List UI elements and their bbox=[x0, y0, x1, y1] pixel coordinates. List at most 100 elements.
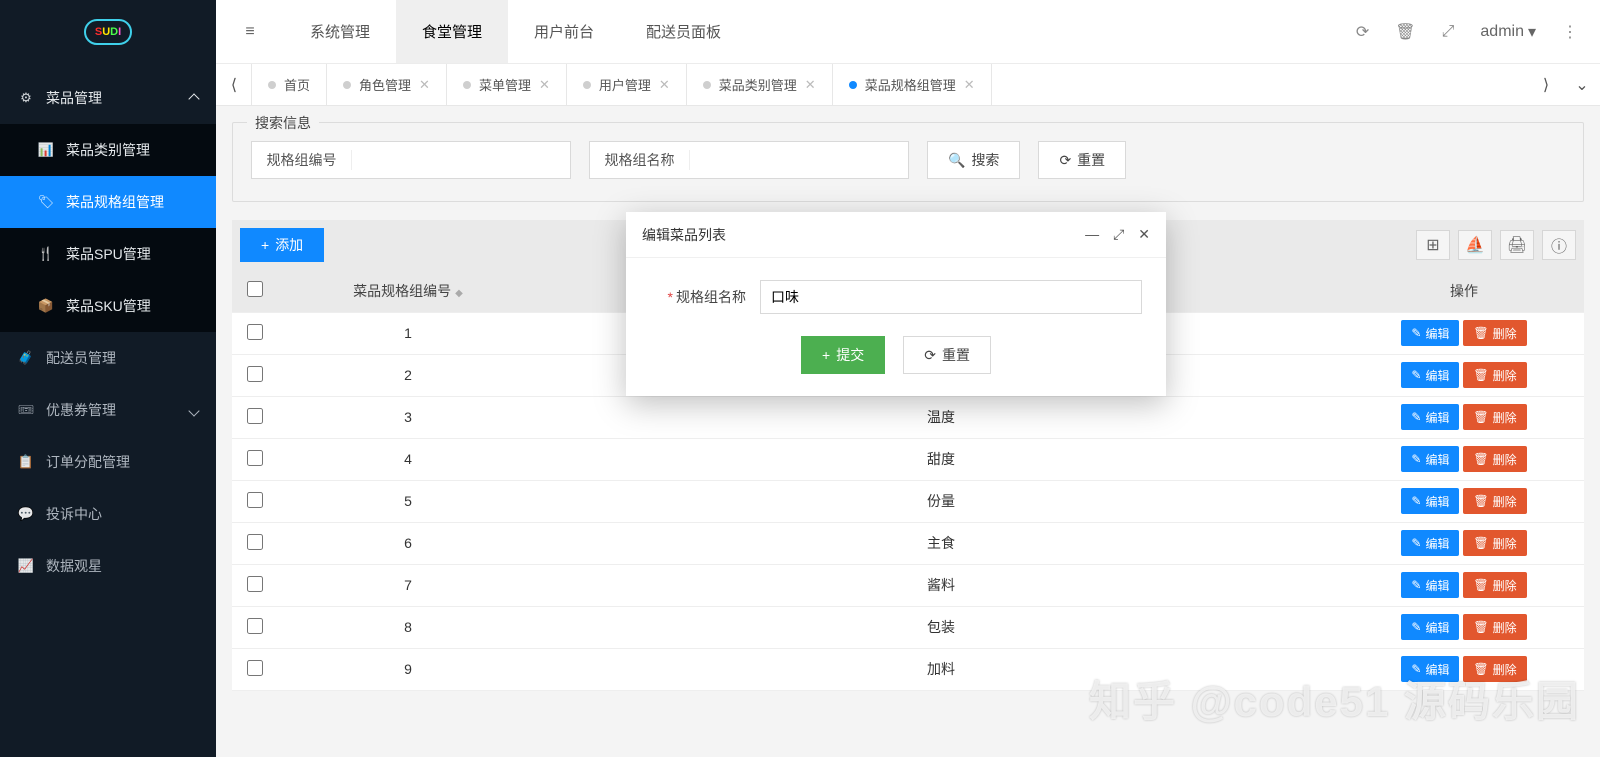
sidebar-item[interactable]: 🏷菜品规格组管理 bbox=[0, 176, 216, 228]
tab-label: 角色管理 bbox=[359, 75, 411, 94]
tabs-dropdown[interactable]: ⌄ bbox=[1564, 75, 1600, 95]
topnav-item[interactable]: 配送员面板 bbox=[620, 0, 747, 63]
tab-label: 菜单管理 bbox=[479, 75, 531, 94]
toolbar-icon[interactable]: ⓘ bbox=[1542, 230, 1576, 260]
pencil-icon: ✎ bbox=[1411, 410, 1421, 424]
edit-button[interactable]: ✎ 编辑 bbox=[1401, 572, 1459, 598]
edit-button[interactable]: ✎ 编辑 bbox=[1401, 320, 1459, 346]
row-checkbox[interactable] bbox=[247, 366, 263, 382]
modal-submit-button[interactable]: + 提交 bbox=[801, 336, 885, 374]
edit-button[interactable]: ✎ 编辑 bbox=[1401, 656, 1459, 682]
sidebar-item[interactable]: 📋订单分配管理 bbox=[0, 436, 216, 488]
tab[interactable]: 用户管理✕ bbox=[566, 64, 687, 105]
menu-icon: 🏷 bbox=[38, 194, 54, 210]
modal-header[interactable]: 编辑菜品列表 — ⤢ ✕ bbox=[626, 212, 1166, 258]
tab-close-icon[interactable]: ✕ bbox=[419, 77, 430, 93]
col-id-header[interactable]: 菜品规格组编号◆ bbox=[278, 270, 538, 312]
modal-min-icon[interactable]: — bbox=[1085, 226, 1099, 243]
tab-label: 首页 bbox=[284, 75, 310, 94]
modal-field-input[interactable] bbox=[760, 280, 1142, 314]
tab[interactable]: 菜品规格组管理 ✕ bbox=[832, 64, 992, 105]
user-menu[interactable]: admin ▾ bbox=[1480, 22, 1536, 42]
delete-button[interactable]: 🗑 删除 bbox=[1463, 446, 1526, 472]
menu-group-dish[interactable]: ⚙ 菜品管理 bbox=[0, 72, 216, 124]
sidebar-item-label: 数据观星 bbox=[46, 556, 102, 576]
trash-icon[interactable]: 🗑 bbox=[1395, 22, 1415, 42]
edit-button[interactable]: ✎ 编辑 bbox=[1401, 446, 1459, 472]
row-checkbox[interactable] bbox=[247, 492, 263, 508]
delete-button[interactable]: 🗑 删除 bbox=[1463, 362, 1526, 388]
delete-button[interactable]: 🗑 删除 bbox=[1463, 614, 1526, 640]
search-button[interactable]: 🔍 搜索 bbox=[927, 141, 1020, 179]
delete-button[interactable]: 🗑 删除 bbox=[1463, 488, 1526, 514]
tab-close-icon[interactable]: ✕ bbox=[805, 77, 816, 93]
row-checkbox[interactable] bbox=[247, 324, 263, 340]
modal-max-icon[interactable]: ⤢ bbox=[1113, 226, 1124, 243]
topnav-item[interactable]: 食堂管理 bbox=[396, 0, 508, 63]
sidebar-item[interactable]: 🎟优惠券管理 bbox=[0, 384, 216, 436]
modal-close-icon[interactable]: ✕ bbox=[1138, 226, 1150, 243]
tab[interactable]: 角色管理 ✕ bbox=[326, 64, 447, 105]
edit-button[interactable]: ✎ 编辑 bbox=[1401, 530, 1459, 556]
sidebar-item-label: 优惠券管理 bbox=[46, 400, 116, 420]
cell-ops: ✎ 编辑 🗑 删除 bbox=[1344, 648, 1584, 690]
tabs-scroll-left[interactable]: ⟨ bbox=[216, 75, 252, 95]
row-checkbox[interactable] bbox=[247, 450, 263, 466]
refresh-icon[interactable]: ⟳ bbox=[1356, 22, 1369, 42]
modal-reset-button[interactable]: ⟳ 重置 bbox=[903, 336, 991, 374]
row-checkbox[interactable] bbox=[247, 576, 263, 592]
plus-icon: + bbox=[822, 347, 830, 363]
toolbar-icon[interactable]: ⊞ bbox=[1416, 230, 1450, 260]
edit-button[interactable]: ✎ 编辑 bbox=[1401, 362, 1459, 388]
search-code-field[interactable]: 规格组编号 bbox=[251, 141, 571, 179]
sidebar-item[interactable]: 🍴菜品SPU管理 bbox=[0, 228, 216, 280]
tab[interactable]: 菜单管理 ✕ bbox=[446, 64, 567, 105]
tab[interactable]: 菜品类别管理 ✕ bbox=[686, 64, 833, 105]
topnav-item[interactable]: 用户前台 bbox=[508, 0, 620, 63]
tab-label: 菜品类别管理 bbox=[719, 75, 797, 94]
trash-icon: 🗑 bbox=[1473, 494, 1488, 508]
sidebar-item[interactable]: 💬投诉中心 bbox=[0, 488, 216, 540]
collapse-sidebar-button[interactable]: ≡ bbox=[216, 23, 284, 41]
pencil-icon: ✎ bbox=[1411, 620, 1421, 634]
delete-button[interactable]: 🗑 删除 bbox=[1463, 320, 1526, 346]
tab-close-icon[interactable]: ✕ bbox=[539, 77, 550, 93]
row-checkbox[interactable] bbox=[247, 618, 263, 634]
topnav-item[interactable]: 系统管理 bbox=[284, 0, 396, 63]
edit-button[interactable]: ✎ 编辑 bbox=[1401, 404, 1459, 430]
fullscreen-icon[interactable]: ⤢ bbox=[1442, 23, 1455, 41]
tab-close-icon[interactable]: ✕ bbox=[964, 77, 975, 93]
sidebar-item[interactable]: 🧳配送员管理 bbox=[0, 332, 216, 384]
toolbar-icon[interactable]: 🖨 bbox=[1500, 230, 1534, 260]
brand-logo: SUDI bbox=[0, 0, 216, 64]
delete-button[interactable]: 🗑 删除 bbox=[1463, 572, 1526, 598]
delete-button[interactable]: 🗑 删除 bbox=[1463, 530, 1526, 556]
tabs-scroll-right[interactable]: ⟩ bbox=[1528, 75, 1564, 95]
search-name-field[interactable]: 规格组名称 bbox=[589, 141, 909, 179]
cell-id: 3 bbox=[278, 396, 538, 438]
row-checkbox[interactable] bbox=[247, 534, 263, 550]
edit-button[interactable]: ✎ 编辑 bbox=[1401, 614, 1459, 640]
toolbar-icon[interactable]: ⛵ bbox=[1458, 230, 1492, 260]
sidebar-item[interactable]: 📦菜品SKU管理 bbox=[0, 280, 216, 332]
tab-close-icon[interactable]: ✕ bbox=[659, 77, 670, 93]
tab-label: 菜品规格组管理 bbox=[865, 75, 956, 94]
reset-button[interactable]: ⟳ 重置 bbox=[1038, 141, 1126, 179]
delete-button[interactable]: 🗑 删除 bbox=[1463, 404, 1526, 430]
delete-button[interactable]: 🗑 删除 bbox=[1463, 656, 1526, 682]
row-checkbox[interactable] bbox=[247, 408, 263, 424]
edit-button[interactable]: ✎ 编辑 bbox=[1401, 488, 1459, 514]
more-icon[interactable]: ⋮ bbox=[1562, 22, 1578, 42]
search-code-input[interactable] bbox=[352, 152, 570, 168]
pencil-icon: ✎ bbox=[1411, 662, 1421, 676]
add-button[interactable]: + 添加 bbox=[240, 228, 324, 262]
row-checkbox[interactable] bbox=[247, 660, 263, 676]
search-name-input[interactable] bbox=[690, 152, 908, 168]
sidebar-item[interactable]: 📊菜品类别管理 bbox=[0, 124, 216, 176]
select-all-checkbox[interactable] bbox=[247, 281, 263, 297]
plus-icon: + bbox=[261, 237, 269, 253]
sidebar-item[interactable]: 📈数据观星 bbox=[0, 540, 216, 592]
cell-ops: ✎ 编辑 🗑 删除 bbox=[1344, 606, 1584, 648]
tab[interactable]: 首页 bbox=[251, 64, 327, 105]
menu-icon: 📦 bbox=[38, 298, 54, 314]
